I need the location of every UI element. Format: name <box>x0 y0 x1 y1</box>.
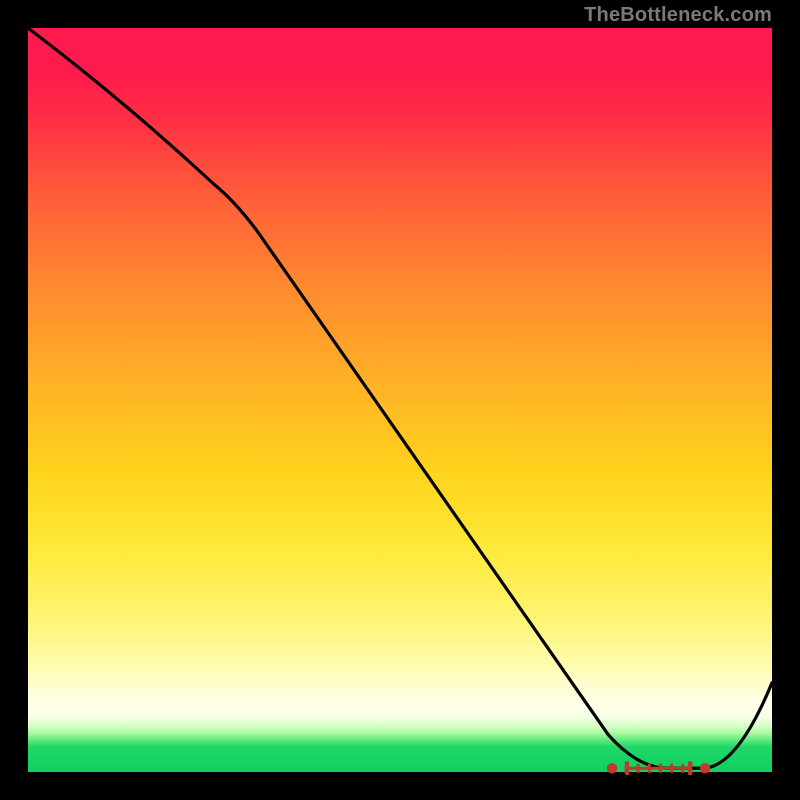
plot-area <box>28 28 772 772</box>
curve-line <box>28 28 772 768</box>
chart-svg <box>28 28 772 772</box>
marker-dot <box>700 763 710 773</box>
watermark-text: TheBottleneck.com <box>584 4 772 27</box>
chart-stage: TheBottleneck.com <box>0 0 800 800</box>
marker-dot <box>607 763 617 773</box>
marker-cap <box>625 761 629 775</box>
marker-cap <box>688 761 692 775</box>
